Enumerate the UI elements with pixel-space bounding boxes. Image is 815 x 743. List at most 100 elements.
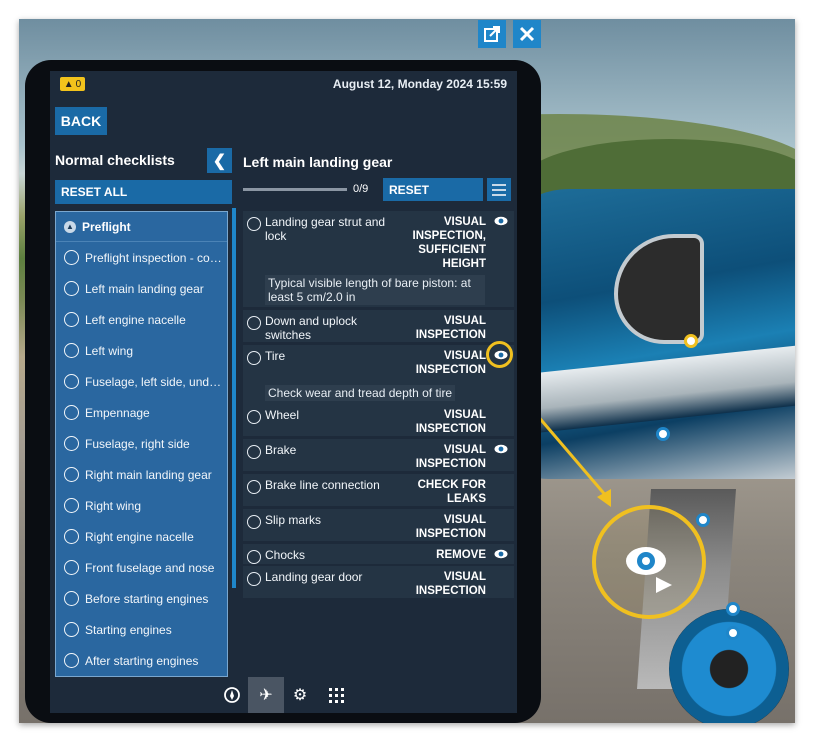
tablet-screen: ▲ 0 August 12, Monday 2024 15:59 BACK No…	[50, 71, 517, 713]
list-item[interactable]: Front fuselage and nose	[56, 552, 227, 583]
checklist-row[interactable]: Chocks REMOVE	[243, 544, 514, 564]
chevron-up-icon: ▲	[64, 220, 76, 233]
collapse-panel-button[interactable]: ❮	[207, 148, 232, 173]
check-note: Typical visible length of bare piston: a…	[265, 275, 485, 305]
eye-icon[interactable]	[494, 216, 508, 226]
check-radio[interactable]	[247, 410, 261, 424]
check-action: VISUAL INSPECTION	[415, 514, 486, 540]
inspection-marker[interactable]	[726, 626, 740, 640]
checklist-row[interactable]: Slip marks VISUAL INSPECTION	[243, 509, 514, 541]
list-item[interactable]: Left wing	[56, 335, 227, 366]
close-icon	[519, 26, 535, 42]
list-item[interactable]: Preflight inspection - cockpit	[56, 242, 227, 273]
inspection-marker[interactable]	[656, 427, 670, 441]
check-radio[interactable]	[247, 316, 261, 330]
check-radio[interactable]	[247, 550, 261, 564]
check-radio[interactable]	[247, 445, 261, 459]
list-item[interactable]: Right main landing gear	[56, 459, 227, 490]
eye-icon[interactable]	[494, 444, 508, 454]
popout-button[interactable]	[478, 20, 506, 48]
check-action: VISUAL INSPECTION	[415, 350, 486, 376]
check-radio[interactable]	[247, 217, 261, 231]
radio-circle-icon	[64, 653, 79, 668]
progress-text: 0/9	[353, 183, 369, 195]
check-radio[interactable]	[247, 351, 261, 365]
zoom-callout	[592, 505, 706, 619]
list-item[interactable]: Starting engines	[56, 614, 227, 645]
check-radio[interactable]	[247, 572, 261, 586]
status-bar: ▲ 0 August 12, Monday 2024 15:59	[50, 71, 517, 97]
reset-button[interactable]: RESET	[383, 178, 483, 201]
check-radio[interactable]	[247, 480, 261, 494]
filter-icon	[492, 183, 506, 186]
filter-button[interactable]	[487, 178, 511, 201]
list-item[interactable]: Right engine nacelle	[56, 521, 227, 552]
eye-icon	[626, 547, 672, 593]
tab-airplane[interactable]: ✈	[248, 677, 284, 713]
radio-circle-icon	[64, 529, 79, 544]
radio-circle-icon	[64, 281, 79, 296]
radio-circle-icon	[64, 560, 79, 575]
checklist-row[interactable]: Landing gear door VISUAL INSPECTION	[243, 566, 514, 598]
list-item-label: Before starting engines	[85, 591, 209, 606]
checklist-title: Left main landing gear	[243, 154, 393, 170]
list-item-label: Left main landing gear	[85, 281, 204, 296]
checklist-row[interactable]: Landing gear strut and lock VISUAL INSPEC…	[243, 211, 514, 307]
inspection-marker[interactable]	[684, 334, 698, 348]
list-item-label: Right main landing gear	[85, 467, 212, 482]
list-item[interactable]: Fuselage, left side, underside	[56, 366, 227, 397]
list-item[interactable]: Before starting engines	[56, 583, 227, 614]
list-item[interactable]: Fuselage, right side	[56, 428, 227, 459]
list-item[interactable]: Empennage	[56, 397, 227, 428]
check-action: VISUAL INSPECTION	[415, 444, 486, 470]
checklist-row[interactable]: Wheel VISUAL INSPECTION	[243, 404, 514, 436]
bell-icon: ▲	[63, 78, 74, 90]
radio-circle-icon	[64, 405, 79, 420]
list-item-label: Fuselage, left side, underside	[85, 374, 227, 389]
notification-count: 0	[75, 78, 82, 90]
check-action: VISUAL INSPECTION	[415, 571, 486, 597]
list-item[interactable]: Left engine nacelle	[56, 304, 227, 335]
radio-circle-icon	[64, 498, 79, 513]
tab-settings[interactable]: ⚙	[282, 677, 318, 713]
check-action: VISUAL INSPECTION	[415, 315, 486, 341]
check-action: VISUAL INSPECTION, SUFFICIENT HEIGHT	[412, 216, 486, 270]
list-item-label: Left wing	[85, 343, 134, 358]
check-action: CHECK FOR LEAKS	[417, 479, 486, 505]
checklist-row[interactable]: Tire VISUAL INSPECTION Check wear and trea…	[243, 345, 514, 405]
list-item-label: Right engine nacelle	[85, 529, 194, 544]
tab-compass[interactable]	[214, 677, 250, 713]
list-item[interactable]: After starting engines	[56, 645, 227, 676]
list-scrollbar[interactable]	[232, 208, 236, 588]
gear-icon: ⚙	[292, 687, 308, 704]
checklist-row[interactable]: Brake VISUAL INSPECTION	[243, 439, 514, 471]
airplane-icon: ✈	[259, 687, 273, 704]
inspection-marker[interactable]	[726, 602, 740, 616]
radio-circle-icon	[64, 374, 79, 389]
check-action: VISUAL INSPECTION	[415, 409, 486, 435]
group-header-preflight[interactable]: ▲ Preflight	[56, 212, 227, 242]
reset-all-button[interactable]: RESET ALL	[55, 180, 232, 204]
eye-icon[interactable]	[494, 549, 508, 559]
notification-badge[interactable]: ▲ 0	[60, 77, 85, 91]
chevron-left-icon: ❮	[212, 152, 227, 170]
highlight-ring	[486, 341, 513, 368]
popout-icon	[484, 26, 500, 42]
tab-apps[interactable]	[318, 677, 354, 713]
close-button[interactable]	[513, 20, 541, 48]
list-item[interactable]: Left main landing gear	[56, 273, 227, 304]
radio-circle-icon	[64, 312, 79, 327]
checklist-row[interactable]: Down and uplock switches VISUAL INSPECTIO…	[243, 310, 514, 342]
compass-icon	[224, 687, 240, 703]
list-item-label: Empennage	[85, 405, 150, 420]
check-radio[interactable]	[247, 515, 261, 529]
left-panel-title: Normal checklists	[55, 152, 175, 168]
radio-circle-icon	[64, 622, 79, 637]
list-item[interactable]: Right wing	[56, 490, 227, 521]
back-button[interactable]: BACK	[55, 107, 107, 135]
apps-grid-icon	[329, 688, 344, 703]
list-item-label: Starting engines	[85, 622, 172, 637]
check-action: REMOVE	[436, 549, 486, 561]
radio-circle-icon	[64, 436, 79, 451]
checklist-row[interactable]: Brake line connection CHECK FOR LEAKS	[243, 474, 514, 506]
